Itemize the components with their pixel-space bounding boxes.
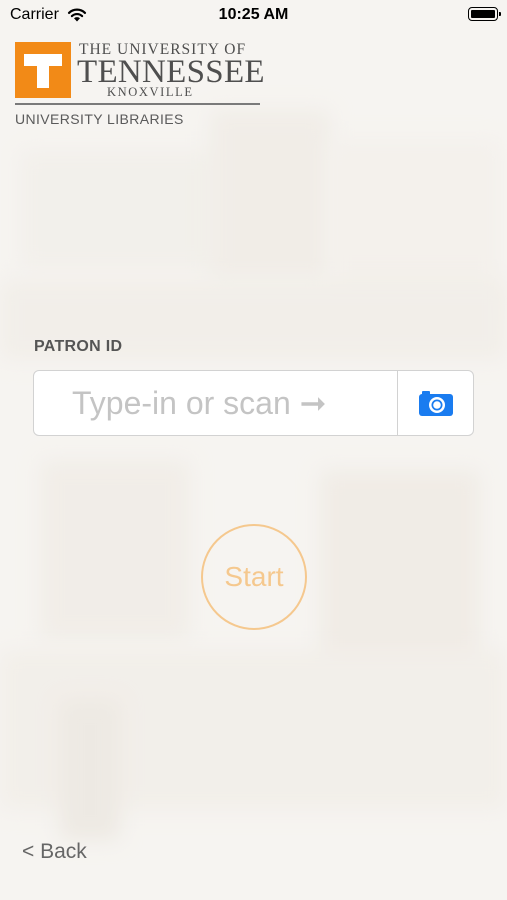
back-button[interactable]: < Back bbox=[22, 840, 87, 864]
power-t-logo-mark bbox=[15, 42, 71, 98]
camera-icon bbox=[418, 391, 453, 416]
battery-icon bbox=[468, 7, 501, 21]
scan-button[interactable] bbox=[397, 371, 473, 435]
logo-divider bbox=[15, 103, 260, 105]
start-button[interactable]: Start bbox=[201, 524, 307, 630]
patron-id-input[interactable] bbox=[34, 371, 398, 435]
background-photo bbox=[0, 0, 507, 900]
logo-subtitle: UNIVERSITY LIBRARIES bbox=[15, 111, 184, 127]
clock: 10:25 AM bbox=[218, 6, 289, 23]
patron-id-input-group bbox=[33, 370, 474, 436]
status-bar: Carrier 10:25 AM bbox=[0, 0, 507, 32]
logo-line-knoxville: KNOXVILLE bbox=[107, 85, 194, 99]
patron-id-label: PATRON ID bbox=[34, 338, 123, 355]
university-logo: THE UNIVERSITY OF TENNESSEE KNOXVILLE UN… bbox=[15, 41, 265, 132]
